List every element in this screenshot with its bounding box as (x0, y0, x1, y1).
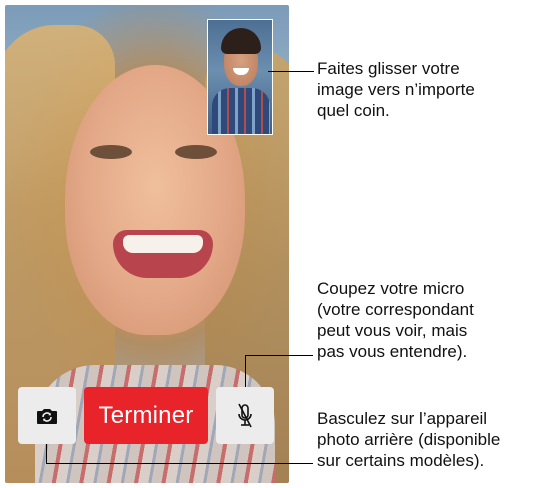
mute-button[interactable] (216, 387, 274, 444)
callout-line-mute-h (245, 355, 313, 356)
callout-mute-line: peut vous voir, mais (317, 321, 468, 340)
camera-flip-icon (37, 408, 57, 424)
remote-video-eye (90, 145, 132, 159)
callout-pip-line: Faites glisser votre (317, 59, 460, 78)
self-view-hair (221, 28, 261, 54)
facetime-call-view: Terminer (5, 5, 289, 483)
callout-pip-line: image vers n’importe (317, 80, 475, 99)
microphone-mute-icon (238, 403, 252, 427)
remote-video-teeth (123, 235, 203, 253)
self-view-pip[interactable] (207, 19, 273, 135)
callout-mute: Coupez votre micro (votre correspondant … (317, 278, 474, 362)
self-view-shirt (212, 88, 270, 134)
callout-camera-line: Basculez sur l’appareil (317, 409, 488, 428)
end-call-button[interactable]: Terminer (84, 387, 208, 444)
callout-line-mute-v (245, 355, 246, 387)
callout-mute-line: (votre correspondant (317, 300, 474, 319)
switch-camera-button[interactable] (18, 387, 76, 444)
callout-pip: Faites glisser votre image vers n’import… (317, 58, 475, 121)
callout-line-camera-h (46, 463, 313, 464)
callout-line-pip (268, 71, 314, 72)
remote-video-eye (175, 145, 217, 159)
callout-line-camera-v (46, 444, 47, 463)
callout-camera-line: sur certains modèles). (317, 451, 485, 470)
callout-camera: Basculez sur l’appareil photo arrière (d… (317, 408, 500, 471)
callout-pip-line: quel coin. (317, 101, 390, 120)
callout-camera-line: photo arrière (disponible (317, 430, 501, 449)
callout-mute-line: pas vous entendre). (317, 342, 468, 361)
end-call-label: Terminer (98, 401, 194, 429)
callout-mute-line: Coupez votre micro (317, 279, 465, 298)
